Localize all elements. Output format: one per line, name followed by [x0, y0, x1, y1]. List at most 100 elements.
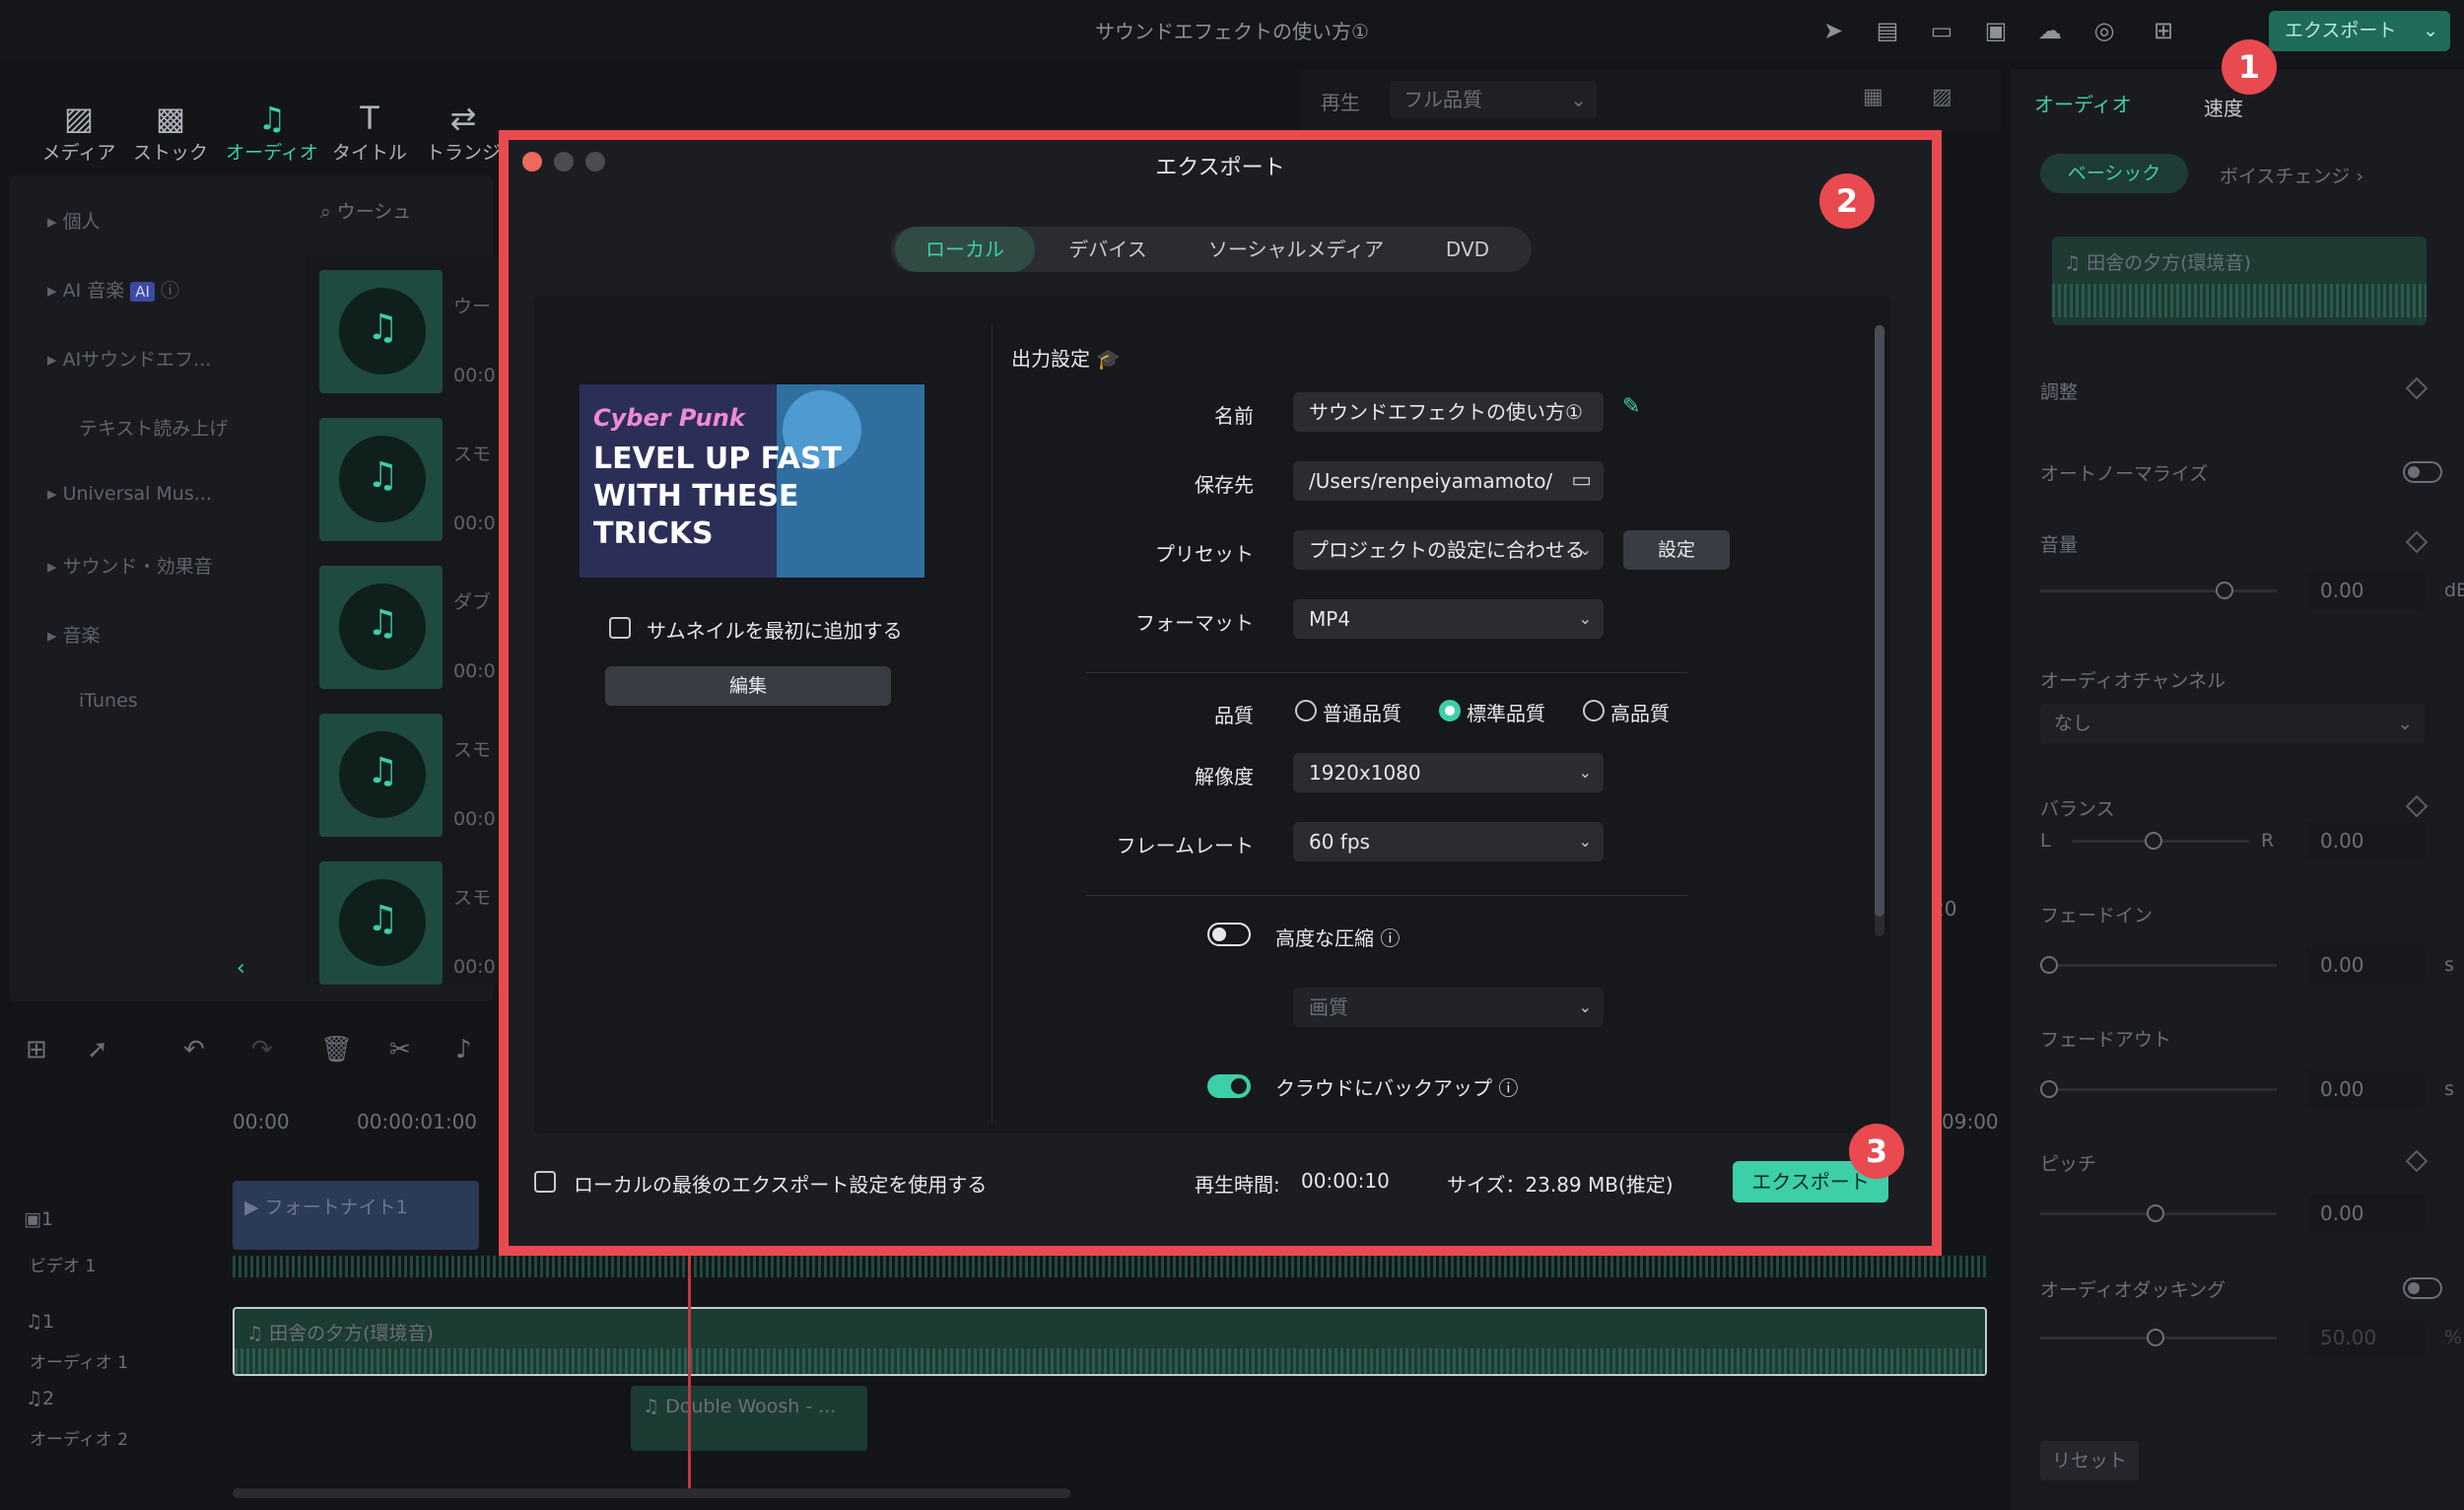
save-path-input[interactable]: /Users/renpeiyamamoto/ ▭: [1293, 461, 1604, 501]
asset-thumb[interactable]: ♫: [319, 566, 443, 689]
video-clip[interactable]: ▶ フォートナイト1: [233, 1181, 479, 1250]
format-select[interactable]: MP4 ⌄: [1293, 599, 1604, 639]
image-icon[interactable]: ▨: [1932, 85, 1952, 109]
keyframe-icon[interactable]: [2405, 794, 2429, 818]
quality-standard-radio[interactable]: [1439, 700, 1461, 721]
timeline-scrollbar[interactable]: [233, 1488, 1070, 1498]
collapse-icon[interactable]: ‹: [237, 956, 245, 981]
tool-media[interactable]: ▨ メディア: [30, 99, 128, 165]
tool-audio[interactable]: ♫ オーディオ: [223, 99, 321, 165]
volume-knob[interactable]: [2216, 582, 2233, 599]
category-music[interactable]: ▸ 音楽: [47, 621, 101, 648]
ducking-toggle[interactable]: [2403, 1277, 2442, 1299]
keyframe-icon[interactable]: [2405, 377, 2429, 400]
tool-stock[interactable]: ▩ ストック: [121, 99, 220, 165]
tab-audio[interactable]: オーディオ: [2034, 89, 2132, 117]
quality-normal-radio[interactable]: [1295, 700, 1317, 721]
name-input[interactable]: サウンドエフェクトの使い方①: [1293, 392, 1604, 432]
asset-thumb[interactable]: ♫: [319, 270, 443, 393]
category-ai-sfx[interactable]: ▸ AIサウンドエフ...: [47, 345, 211, 372]
auto-normalize-toggle[interactable]: [2403, 461, 2442, 483]
folder-icon[interactable]: ▭: [1571, 461, 1592, 501]
tool-transition[interactable]: ⇄ トランジ: [414, 99, 513, 165]
audio1-clip[interactable]: ♫ 田舎の夕方(環境音): [233, 1307, 1987, 1376]
image-quality-value: 画質: [1309, 995, 1348, 1019]
scroll-thumb[interactable]: [1875, 325, 1884, 917]
preset-settings-button[interactable]: 設定: [1623, 530, 1730, 570]
tool-title[interactable]: T タイトル: [320, 99, 419, 165]
asset-search[interactable]: ⌕ ウーシュ: [320, 197, 411, 224]
cloud-icon[interactable]: ☁: [2035, 16, 2065, 45]
quality-normal-label: 普通品質: [1323, 702, 1402, 725]
volume-slider[interactable]: [2040, 589, 2277, 592]
cloud-backup-toggle[interactable]: [1207, 1074, 1251, 1098]
tab-dvd[interactable]: DVD: [1413, 227, 1522, 272]
tab-local[interactable]: ローカル: [895, 227, 1035, 272]
layout-icon[interactable]: ⊞: [26, 1035, 47, 1064]
audio2-clip[interactable]: ♫ Double Woosh - ...: [631, 1386, 867, 1451]
fade-in-slider[interactable]: [2040, 964, 2277, 967]
fade-out-knob[interactable]: [2040, 1080, 2058, 1098]
asset-thumb[interactable]: ♫: [319, 418, 443, 541]
pitch-value[interactable]: 0.00: [2306, 1195, 2425, 1232]
ai-rename-icon[interactable]: ✎: [1622, 394, 1640, 419]
add-thumbnail-checkbox[interactable]: [609, 617, 631, 639]
use-last-settings-checkbox[interactable]: [534, 1171, 556, 1193]
fade-in-value[interactable]: 0.00: [2306, 946, 2425, 984]
category-label: AI 音楽: [62, 280, 125, 302]
save-icon[interactable]: ▣: [1981, 16, 2011, 45]
grid-icon[interactable]: ⊞: [2149, 16, 2178, 45]
help-icon[interactable]: ⓘ: [1498, 1076, 1518, 1100]
ducking-knob[interactable]: [2147, 1329, 2164, 1346]
graduation-cap-icon[interactable]: 🎓: [1096, 347, 1121, 371]
thumbnail-preview[interactable]: Cyber Punk LEVEL UP FAST WITH THESE TRIC…: [580, 384, 924, 578]
category-itunes[interactable]: iTunes: [79, 690, 138, 712]
monitor-icon[interactable]: ▭: [1927, 16, 1956, 45]
category-personal[interactable]: ▸ 個人: [47, 207, 101, 234]
category-ai-music[interactable]: ▸ AI 音楽 AI ⓘ: [47, 276, 179, 303]
tab-social[interactable]: ソーシャルメディア: [1183, 227, 1409, 272]
audio-edit-icon[interactable]: ♪: [455, 1035, 472, 1064]
balance-knob[interactable]: [2145, 832, 2162, 850]
framerate-select[interactable]: 60 fps ⌄: [1293, 822, 1604, 861]
resolution-select[interactable]: 1920x1080 ⌄: [1293, 753, 1604, 792]
balance-value[interactable]: 0.00: [2306, 822, 2425, 859]
asset-thumb[interactable]: ♫: [319, 714, 443, 837]
task-icon[interactable]: ▤: [1873, 16, 1902, 45]
channel-select[interactable]: なし ⌄: [2040, 704, 2425, 743]
category-universal[interactable]: ▸ Universal Mus...: [47, 483, 212, 505]
preset-select[interactable]: プロジェクトの設定に合わせる ⌄: [1293, 530, 1604, 570]
subtab-basic[interactable]: ベーシック: [2040, 154, 2188, 193]
top-export-button[interactable]: エクスポート ⌄: [2269, 11, 2450, 51]
redo-icon[interactable]: ↷: [251, 1035, 273, 1064]
grid-view-icon[interactable]: ▦: [1863, 85, 1883, 109]
quality-select[interactable]: フル品質 ⌄: [1390, 81, 1597, 118]
send-icon[interactable]: ➤: [1818, 16, 1848, 45]
select-icon[interactable]: ➚: [87, 1035, 108, 1064]
tab-device[interactable]: デバイス: [1039, 227, 1177, 272]
keyframe-icon[interactable]: [2405, 530, 2429, 554]
fade-out-value[interactable]: 0.00: [2306, 1070, 2425, 1108]
asset-thumb[interactable]: ♫: [319, 861, 443, 985]
reset-button[interactable]: リセット: [2040, 1441, 2139, 1480]
undo-icon[interactable]: ↶: [183, 1035, 205, 1064]
category-tts[interactable]: テキスト読み上げ: [79, 414, 228, 441]
fade-in-knob[interactable]: [2040, 956, 2058, 974]
tab-speed[interactable]: 速度: [2204, 93, 2243, 121]
delete-icon[interactable]: 🗑: [320, 1035, 353, 1064]
ducking-value[interactable]: 50.00: [2306, 1319, 2425, 1356]
edit-thumbnail-button[interactable]: 編集: [605, 666, 891, 706]
category-sfx[interactable]: ▸ サウンド・効果音: [47, 552, 213, 579]
keyframe-icon[interactable]: [2405, 1149, 2429, 1173]
pitch-knob[interactable]: [2147, 1204, 2164, 1222]
image-quality-select[interactable]: 画質 ⌄: [1293, 988, 1604, 1027]
fade-out-slider[interactable]: [2040, 1088, 2277, 1091]
volume-value[interactable]: 0.00: [2306, 572, 2425, 609]
adv-compress-toggle[interactable]: [1207, 923, 1251, 946]
scissors-icon[interactable]: ✂: [389, 1035, 411, 1064]
help-icon[interactable]: ⓘ: [1380, 927, 1400, 950]
settings-scrollbar[interactable]: [1875, 325, 1884, 936]
headset-icon[interactable]: ◎: [2089, 16, 2119, 45]
subtab-voice[interactable]: ボイスチェンジ ›: [2220, 162, 2363, 188]
quality-high-radio[interactable]: [1583, 700, 1605, 721]
